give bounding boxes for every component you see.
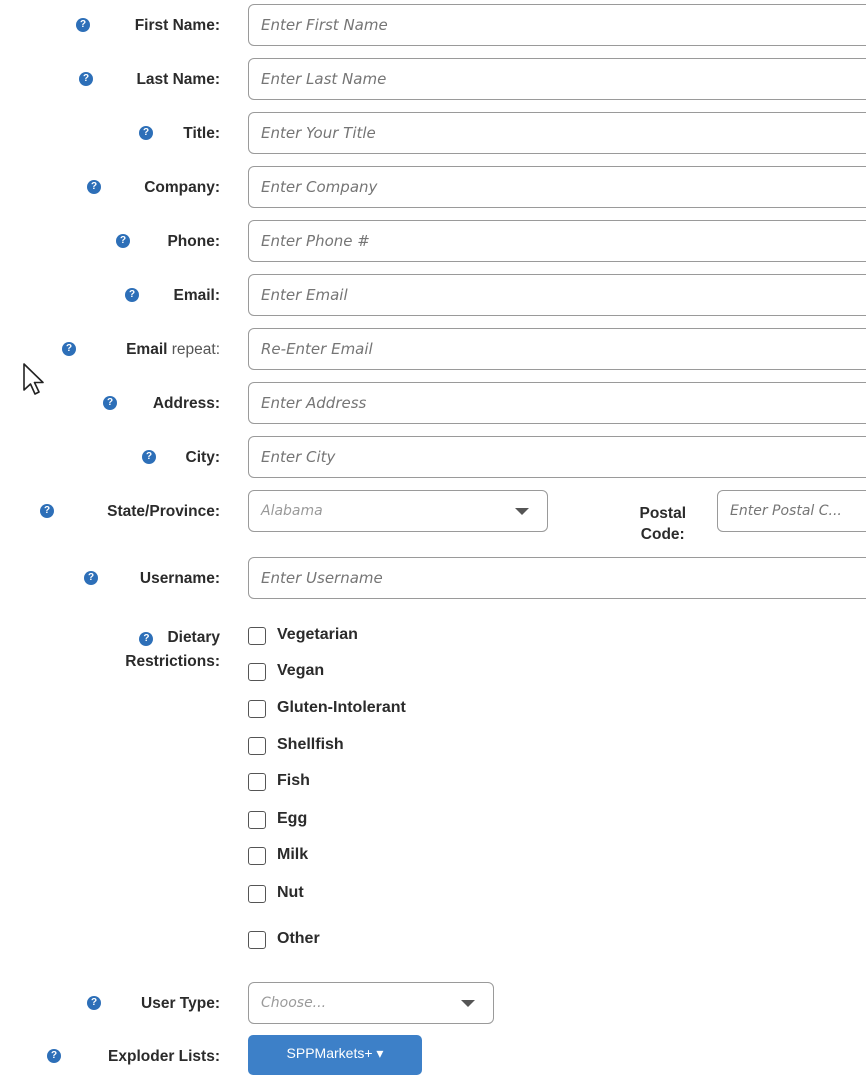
dietary-option-label: Gluten-Intolerant <box>277 699 406 716</box>
checkbox[interactable] <box>248 627 266 645</box>
chevron-down-icon <box>515 508 529 515</box>
email-repeat-label-bold: Email <box>126 341 168 358</box>
dietary-option-label: Vegan <box>277 662 325 679</box>
state-select[interactable]: Alabama <box>248 490 548 532</box>
dietary-option-label: Fish <box>277 772 310 789</box>
checkbox[interactable] <box>248 773 266 791</box>
help-icon[interactable]: ? <box>139 632 154 646</box>
help-icon[interactable]: ? <box>79 72 93 86</box>
dietary-label-line1: ? Dietary <box>125 626 220 650</box>
help-icon[interactable]: ? <box>62 342 76 356</box>
dietary-option-label: Milk <box>277 846 309 863</box>
checkbox[interactable] <box>248 885 266 903</box>
chevron-down-icon <box>461 1000 475 1007</box>
help-icon[interactable]: ? <box>116 234 130 248</box>
company-label: Company: <box>144 179 220 196</box>
help-icon[interactable]: ? <box>103 396 117 410</box>
email-repeat-input[interactable] <box>248 328 866 370</box>
postal-code-label-line2: Code: <box>640 526 685 543</box>
exploder-label: Exploder Lists: <box>108 1048 220 1065</box>
user-type-label: User Type: <box>141 995 220 1012</box>
title-input[interactable] <box>248 112 866 154</box>
address-input[interactable] <box>248 382 866 424</box>
dietary-option-label: Nut <box>277 884 304 901</box>
dietary-option-label: Vegetarian <box>277 626 358 643</box>
help-icon[interactable]: ? <box>87 180 101 194</box>
dietary-option-label: Other <box>277 930 320 947</box>
dietary-option-label: Egg <box>277 810 308 827</box>
city-input[interactable] <box>248 436 866 478</box>
help-icon[interactable]: ? <box>87 996 101 1010</box>
checkbox[interactable] <box>248 663 266 681</box>
help-icon[interactable]: ? <box>139 126 153 140</box>
first-name-input[interactable] <box>248 4 866 46</box>
company-input[interactable] <box>248 166 866 208</box>
help-icon[interactable]: ? <box>40 504 54 518</box>
postal-code-label: Postal Code: <box>639 503 686 545</box>
username-label: Username: <box>139 570 220 587</box>
checkbox[interactable] <box>248 931 266 949</box>
help-icon[interactable]: ? <box>76 18 90 32</box>
checkbox[interactable] <box>248 811 266 829</box>
dietary-label-line2: Restrictions: <box>125 653 220 670</box>
username-input[interactable] <box>248 557 866 599</box>
checkbox[interactable] <box>248 700 266 718</box>
state-select-value: Alabama <box>261 503 323 519</box>
help-icon[interactable]: ? <box>125 288 139 302</box>
help-icon[interactable]: ? <box>84 571 98 585</box>
user-type-select[interactable]: Choose... <box>248 982 494 1024</box>
first-name-label: First Name: <box>134 17 220 34</box>
email-repeat-label: Email repeat: <box>126 341 220 359</box>
help-icon[interactable]: ? <box>47 1049 61 1063</box>
checkbox[interactable] <box>248 847 266 865</box>
last-name-label: Last Name: <box>136 71 220 88</box>
phone-label: Phone: <box>167 233 220 250</box>
email-input[interactable] <box>248 274 866 316</box>
email-label: Email: <box>173 287 220 304</box>
state-label: State/Province: <box>107 503 220 520</box>
user-type-select-value: Choose... <box>261 995 327 1011</box>
dietary-label: ? Dietary Restrictions: <box>125 626 220 674</box>
title-label: Title: <box>183 125 220 142</box>
address-label: Address: <box>152 395 220 412</box>
exploder-lists-button[interactable]: SPPMarkets+ ▾ <box>248 1035 422 1075</box>
checkbox[interactable] <box>248 737 266 755</box>
phone-input[interactable] <box>248 220 866 262</box>
email-repeat-label-light: repeat: <box>167 341 220 358</box>
mouse-cursor-icon <box>23 363 44 395</box>
dietary-option-label: Shellfish <box>277 736 344 753</box>
postal-code-input[interactable] <box>717 490 866 532</box>
postal-code-label-line1: Postal <box>639 505 686 522</box>
city-label: City: <box>185 449 220 466</box>
help-icon[interactable]: ? <box>142 450 156 464</box>
last-name-input[interactable] <box>248 58 866 100</box>
